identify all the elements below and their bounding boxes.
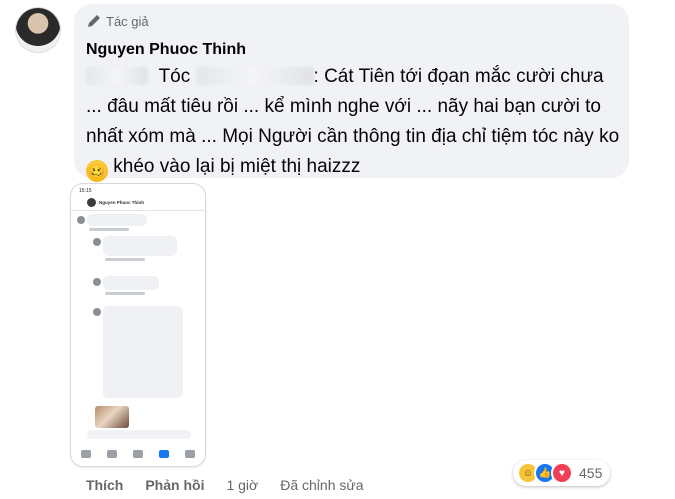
pen-icon [88,15,100,27]
screenshot-tab-4 [159,450,169,458]
comment-text-part-3: khéo vào lại bị miệt thị haizzz [113,156,361,177]
author-avatar[interactable] [16,8,60,52]
author-name[interactable]: Nguyen Phuoc Thinh [86,41,246,59]
screenshot-photo [95,406,129,428]
screenshot-comment-2 [103,236,177,256]
love-reaction-icon: ♥ [551,462,573,484]
screenshot-avatar [87,198,96,207]
screenshot-header-name: Nguyen Phuoc Thinh [99,200,144,205]
reply-button[interactable]: Phản hồi [145,477,204,493]
woozy-emoji-icon: 🥴 [86,160,108,182]
screenshot-avatar-2 [93,238,101,246]
like-button[interactable]: Thích [86,477,123,493]
comment-actions: Thích Phản hồi 1 giờ Đã chỉnh sửa [86,477,386,493]
screenshot-status-time: 15:15 [79,188,92,194]
screenshot-actions-2 [105,258,145,261]
comment-text-part-1: Tóc [158,66,191,87]
screenshot-input [87,430,191,439]
screenshot-tab-2 [107,450,117,458]
reaction-count: 455 [579,465,603,481]
redacted-mention [86,67,148,85]
screenshot-comment-3 [103,276,159,290]
screenshot-tab-3 [133,450,143,458]
screenshot-comment-1 [87,214,147,226]
author-badge: Tác giả [86,13,149,29]
reaction-summary[interactable]: ☺ 👍 ♥ 455 [513,460,611,486]
edited-label[interactable]: Đã chỉnh sửa [280,477,363,493]
screenshot-actions-3 [105,292,145,295]
screenshot-comment-4 [103,306,183,398]
screenshot-avatar-3 [93,278,101,286]
comment-bubble: Tác giả Nguyen Phuoc Thinh Tóc : Cát Tiê… [74,4,629,182]
screenshot-avatar-1 [77,216,85,224]
redacted-name [195,67,314,85]
comment-time[interactable]: 1 giờ [226,477,258,493]
author-role-label: Tác giả [106,13,149,29]
screenshot-tab-5 [185,450,195,458]
screenshot-actions-1 [89,228,129,231]
comment-text: Tóc : Cát Tiên tới đọan mắc cười chưa ..… [86,62,621,182]
screenshot-header: Nguyen Phuoc Thinh [71,196,205,211]
screenshot-avatar-4 [93,308,101,316]
screenshot-tab-1 [81,450,91,458]
attached-screenshot[interactable]: 15:15 Nguyen Phuoc Thinh [71,184,205,466]
